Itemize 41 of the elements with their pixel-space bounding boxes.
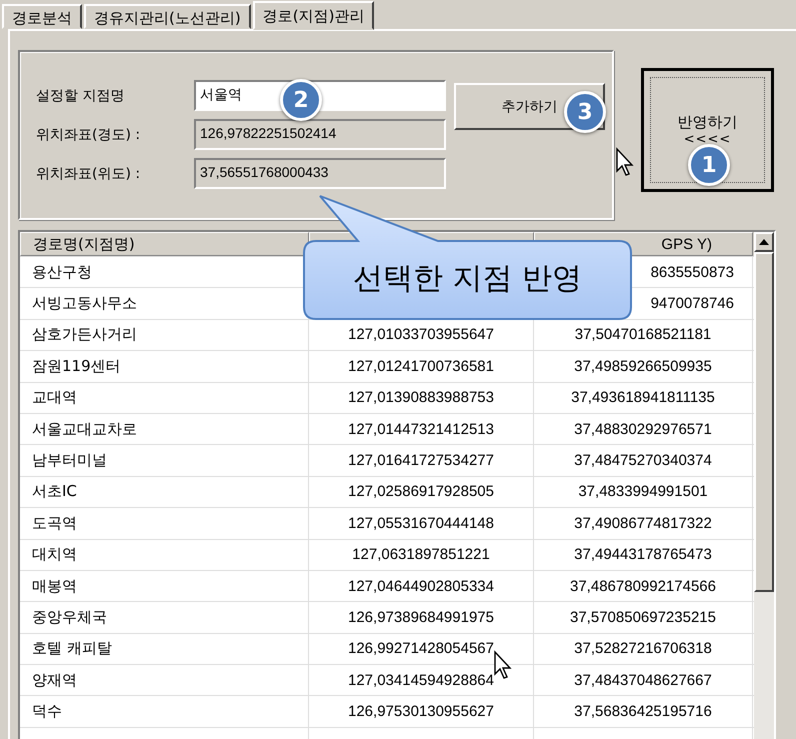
table-cell: 서초IC [20, 476, 309, 508]
table-cell: 37,49443178765473 [534, 540, 753, 570]
table-cell: 127,01390883988753 [309, 382, 534, 413]
table-cell: 37,486780992174566 [534, 570, 753, 602]
table-cell: 37,493618941811135 [534, 382, 753, 413]
table-cell: 37,48830292976571 [534, 414, 753, 444]
table-cell: 덕수 [20, 696, 309, 727]
table-cell: 중앙우체국 [20, 602, 309, 633]
table-cell: 양재역 [20, 665, 309, 696]
table-cell: 127,01447321412513 [309, 414, 534, 444]
table-cell: 37,52827216706318 [534, 634, 753, 664]
table-cell: 126,97530130955627 [309, 696, 534, 727]
table-cell: 교대역 [20, 382, 309, 413]
table-cell: 37,49859266509935 [534, 351, 753, 382]
table-cell: 호텔 캐피탈 [20, 634, 309, 664]
table-cell: 127,05531670444148 [309, 508, 534, 539]
table-cell: 127,02586917928505 [309, 476, 534, 508]
table-cell: 37,570850697235215 [534, 602, 753, 633]
table-cell: 37,4833994991501 [534, 476, 753, 508]
table-cell: 남부터미널 [20, 445, 309, 476]
table-cell: 대치역 [20, 540, 309, 570]
table-cell: 37,48475270340374 [534, 445, 753, 476]
table-cell: 서울교대교차로 [20, 414, 309, 444]
table-cell: 37,48437048627667 [534, 665, 753, 696]
table-cell: 127,01641727534277 [309, 445, 534, 476]
field-label: 위치좌표(위도) : [35, 164, 142, 182]
table-cell: 37,56836425195716 [534, 696, 753, 727]
field-label: 위치좌표(경도) : [35, 126, 142, 144]
table-cell: 37,49086774817322 [534, 508, 753, 539]
table-cell: 도곡역 [20, 508, 309, 539]
table-cell: 126,97389684991975 [309, 602, 534, 633]
table-cell: 127,04644902805334 [309, 570, 534, 602]
table-cell: 삼호가든사거리 [20, 320, 309, 350]
field-label: 설정할 지점명 [35, 86, 126, 104]
table-cell: 127,01241700736581 [309, 351, 534, 382]
readonly-field: 126,97822251502414 [194, 119, 446, 150]
table-cell: 잠원119센터 [20, 351, 309, 382]
table-cell: 매봉역 [20, 570, 309, 602]
table-cell: 127,0631897851221 [309, 540, 534, 570]
column-header: 경로명(지점명) [20, 232, 309, 256]
readonly-field: 37,56551768000433 [194, 158, 446, 189]
